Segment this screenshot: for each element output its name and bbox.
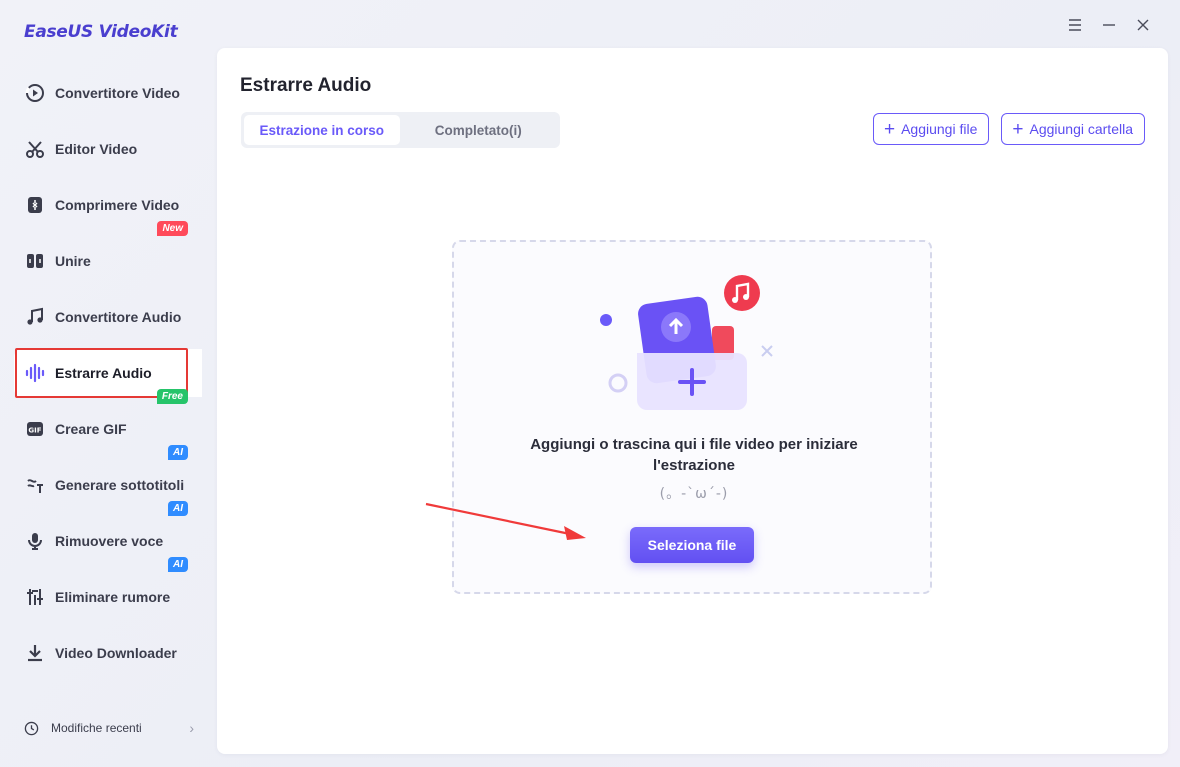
- annotation-arrow-icon: [425, 502, 586, 540]
- compress-icon: [24, 194, 46, 216]
- dropzone-message: Aggiungi o trascina qui i file video per…: [530, 436, 858, 474]
- download-icon: [24, 642, 46, 664]
- clock-icon: [24, 721, 39, 736]
- merge-icon: [24, 250, 46, 272]
- window-controls: [1064, 14, 1154, 36]
- sidebar-item-label: Convertitore Audio: [55, 309, 182, 325]
- ai-badge: AI: [168, 445, 188, 460]
- microphone-icon: [24, 530, 46, 552]
- main-panel: Estrarre Audio Estrazione in corso Compl…: [217, 48, 1168, 754]
- menu-icon[interactable]: [1064, 14, 1086, 36]
- svg-text:GIF: GIF: [28, 427, 41, 435]
- tab-estrazione-in-corso[interactable]: Estrazione in corso: [244, 115, 400, 145]
- audio-wave-icon: [24, 362, 46, 384]
- app-window: EaseUS VideoKit Convertitore Video Edito…: [0, 0, 1180, 767]
- sidebar-item-label: Unire: [55, 253, 91, 269]
- app-logo: EaseUS VideoKit: [24, 22, 178, 42]
- sidebar-item-convertitore-video[interactable]: Convertitore Video: [14, 69, 202, 117]
- music-note-icon: [24, 306, 46, 328]
- sidebar-item-convertitore-audio[interactable]: Convertitore Audio: [14, 293, 202, 341]
- ai-badge: AI: [168, 501, 188, 516]
- sidebar-item-label: Rimuovere voce: [55, 533, 164, 549]
- plus-icon: +: [883, 118, 896, 140]
- sidebar-item-label: Video Downloader: [55, 645, 177, 661]
- recent-edits-link[interactable]: Modifiche recenti ›: [24, 720, 194, 736]
- subtitle-icon: [24, 474, 46, 496]
- sidebar-item-eliminare-rumore[interactable]: Eliminare rumore AI: [14, 557, 202, 621]
- add-folder-button[interactable]: + Aggiungi cartella: [1001, 113, 1145, 145]
- sidebar-item-video-downloader[interactable]: Video Downloader: [14, 629, 202, 677]
- sidebar-item-unire[interactable]: Unire New: [14, 221, 202, 285]
- recent-edits-label: Modifiche recenti: [51, 721, 142, 735]
- video-convert-icon: [24, 82, 46, 104]
- sidebar-item-label: Eliminare rumore: [55, 589, 171, 605]
- sidebar-item-label: Convertitore Video: [55, 85, 180, 101]
- new-badge: New: [157, 221, 188, 236]
- tab-bar: Estrazione in corso Completato(i): [241, 112, 560, 148]
- minimize-icon[interactable]: [1098, 14, 1120, 36]
- scissors-icon: [24, 138, 46, 160]
- folder-add-illustration: [600, 275, 773, 410]
- page-title: Estrarre Audio: [240, 75, 372, 96]
- add-file-label: Aggiungi file: [901, 121, 978, 137]
- equalizer-icon: [24, 586, 46, 608]
- sidebar-item-editor-video[interactable]: Editor Video: [14, 125, 202, 173]
- tab-completato[interactable]: Completato(i): [400, 115, 558, 145]
- chevron-right-icon: ›: [189, 720, 194, 736]
- sidebar-item-label: Generare sottotitoli: [55, 477, 185, 493]
- sidebar-item-label: Comprimere Video: [55, 197, 180, 213]
- sidebar-item-label: Editor Video: [55, 141, 138, 157]
- add-folder-label: Aggiungi cartella: [1029, 121, 1133, 137]
- select-file-button[interactable]: Seleziona file: [630, 527, 754, 563]
- gif-icon: GIF: [24, 418, 46, 440]
- sidebar-item-label: Estrarre Audio: [55, 365, 152, 381]
- sidebar-item-label: Creare GIF: [55, 421, 127, 437]
- close-icon[interactable]: [1132, 14, 1154, 36]
- free-badge: Free: [156, 389, 188, 404]
- plus-icon: +: [1012, 118, 1024, 140]
- sidebar: Convertitore Video Editor Video Comprime…: [0, 65, 216, 705]
- top-actions: + Aggiungi file + Aggiungi cartella: [872, 113, 1145, 145]
- ai-badge: AI: [168, 557, 188, 572]
- add-file-button[interactable]: + Aggiungi file: [872, 113, 990, 145]
